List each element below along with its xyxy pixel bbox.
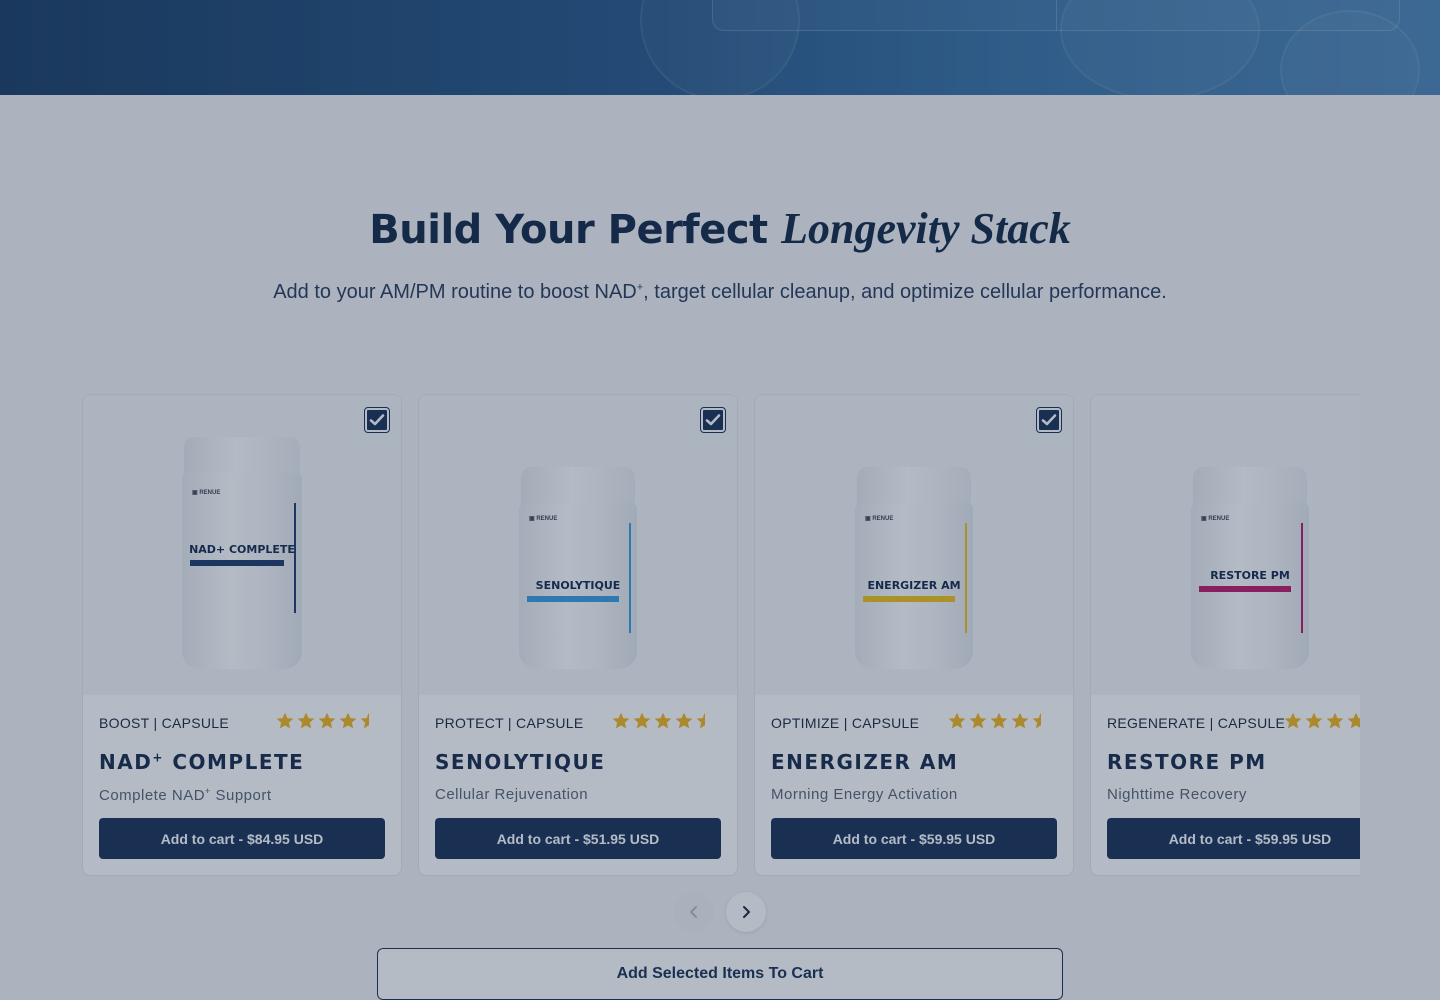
bottle-side-mark <box>292 503 297 613</box>
hero-panel-divider <box>1056 0 1057 31</box>
star-icon <box>1284 712 1302 729</box>
product-name: RESTORE PM <box>1107 750 1267 774</box>
half-star-icon <box>1032 712 1050 729</box>
product-image-area: ▣ RENUE SENOLYTIQUE <box>419 395 737 695</box>
add-to-cart-button[interactable]: Add to cart - $51.95 USD <box>435 818 721 859</box>
product-category: PROTECT | CAPSULE <box>435 715 584 731</box>
add-selected-to-cart-button[interactable]: Add Selected Items To Cart <box>377 948 1063 1000</box>
star-icon <box>297 712 315 729</box>
bottle-label: RESTORE PM <box>1210 569 1290 582</box>
star-icon <box>990 712 1008 729</box>
bottle-brand-logo: ▣ RENUE <box>1201 516 1230 522</box>
select-checkbox[interactable] <box>1036 407 1062 433</box>
product-card: ▣ RENUE ENERGIZER AM OPTIMIZE | CAPSULE … <box>754 394 1074 876</box>
product-image-area: ▣ RENUE NAD+ COMPLETE <box>83 395 401 695</box>
product-rating <box>275 711 379 733</box>
product-tagline: Complete NAD+ Support <box>99 786 272 804</box>
product-name-superscript: + <box>152 750 164 765</box>
star-icon <box>1326 712 1344 729</box>
section-title: Build Your Perfect Longevity Stack <box>0 203 1440 254</box>
star-icon <box>318 712 336 729</box>
bottle-side-mark <box>627 523 632 633</box>
star-icon <box>948 712 966 729</box>
star-icon <box>675 712 693 729</box>
product-name-text: NAD <box>99 750 153 774</box>
bottle-stripe <box>527 596 619 602</box>
product-bottle-image: ▣ RENUE ENERGIZER AM <box>855 467 973 669</box>
bottle-stripe <box>1199 586 1291 592</box>
product-carousel: ▣ RENUE NAD+ COMPLETE BOOST | CAPSULE NA… <box>82 394 1360 876</box>
product-tagline: Cellular Rejuvenation <box>435 786 589 803</box>
star-icon <box>654 712 672 729</box>
bottle-side-mark <box>963 523 968 633</box>
add-to-cart-button[interactable]: Add to cart - $84.95 USD <box>99 818 385 859</box>
product-name: ENERGIZER AM <box>771 750 959 774</box>
product-rating <box>947 711 1051 733</box>
product-bottle-image: ▣ RENUE NAD+ COMPLETE <box>182 437 302 669</box>
section-subtitle: Add to your AM/PM routine to boost NAD+,… <box>0 281 1440 304</box>
product-name: SENOLYTIQUE <box>435 750 606 774</box>
bottle-brand-logo: ▣ RENUE <box>865 516 894 522</box>
product-rating <box>1283 711 1360 733</box>
hero-banner <box>0 0 1440 95</box>
carousel-next-button[interactable] <box>726 892 766 932</box>
tagline-text-end: Support <box>210 787 272 804</box>
checkmark-icon <box>705 414 721 426</box>
product-name-text-end: COMPLETE <box>163 750 305 774</box>
carousel-prev-button[interactable] <box>674 892 714 932</box>
subtitle-text-end: , target cellular cleanup, and optimize … <box>643 281 1167 303</box>
bottle-stripe <box>863 596 955 602</box>
product-card: ▣ RENUE SENOLYTIQUE PROTECT | CAPSULE SE… <box>418 394 738 876</box>
select-checkbox[interactable] <box>364 407 390 433</box>
product-card: ▣ RENUE RESTORE PM REGENERATE | CAPSULE … <box>1090 394 1360 876</box>
product-bottle-image: ▣ RENUE RESTORE PM <box>1191 467 1309 669</box>
product-category: OPTIMIZE | CAPSULE <box>771 715 920 731</box>
product-name: NAD+ COMPLETE <box>99 750 304 774</box>
star-icon <box>612 712 630 729</box>
half-star-icon <box>360 712 378 729</box>
bottle-brand-logo: ▣ RENUE <box>192 490 221 496</box>
product-tagline: Morning Energy Activation <box>771 786 958 803</box>
star-icon <box>276 712 294 729</box>
product-image-area: ▣ RENUE RESTORE PM <box>1091 395 1360 695</box>
product-tagline: Nighttime Recovery <box>1107 786 1247 803</box>
tagline-text: Complete NAD <box>99 787 206 804</box>
star-icon <box>1011 712 1029 729</box>
star-icon <box>1305 712 1323 729</box>
subtitle-text: Add to your AM/PM routine to boost NAD <box>273 281 637 303</box>
hero-info-panel <box>712 0 1400 31</box>
product-image-area: ▣ RENUE ENERGIZER AM <box>755 395 1073 695</box>
add-to-cart-button[interactable]: Add to cart - $59.95 USD <box>1107 818 1360 859</box>
checkmark-icon <box>1041 414 1057 426</box>
bottle-side-mark <box>1299 523 1304 633</box>
product-card: ▣ RENUE NAD+ COMPLETE BOOST | CAPSULE NA… <box>82 394 402 876</box>
bottle-brand-logo: ▣ RENUE <box>529 516 558 522</box>
title-accent: Longevity Stack <box>781 204 1071 253</box>
star-icon <box>339 712 357 729</box>
bottle-label: ENERGIZER AM <box>867 579 961 592</box>
title-main: Build Your Perfect <box>369 207 768 253</box>
half-star-icon <box>696 712 714 729</box>
checkmark-icon <box>369 414 385 426</box>
product-category: BOOST | CAPSULE <box>99 715 230 731</box>
product-rating <box>611 711 715 733</box>
select-checkbox[interactable] <box>700 407 726 433</box>
star-icon <box>969 712 987 729</box>
star-icon <box>633 712 651 729</box>
bottle-label: SENOLYTIQUE <box>535 579 621 592</box>
product-category: REGENERATE | CAPSULE <box>1107 715 1286 731</box>
bottle-label: NAD+ COMPLETE <box>189 543 295 556</box>
chevron-left-icon <box>690 906 697 918</box>
bottle-stripe <box>190 560 284 566</box>
chevron-right-icon <box>743 906 750 918</box>
product-bottle-image: ▣ RENUE SENOLYTIQUE <box>519 467 637 669</box>
star-icon <box>1347 712 1360 729</box>
add-to-cart-button[interactable]: Add to cart - $59.95 USD <box>771 818 1057 859</box>
